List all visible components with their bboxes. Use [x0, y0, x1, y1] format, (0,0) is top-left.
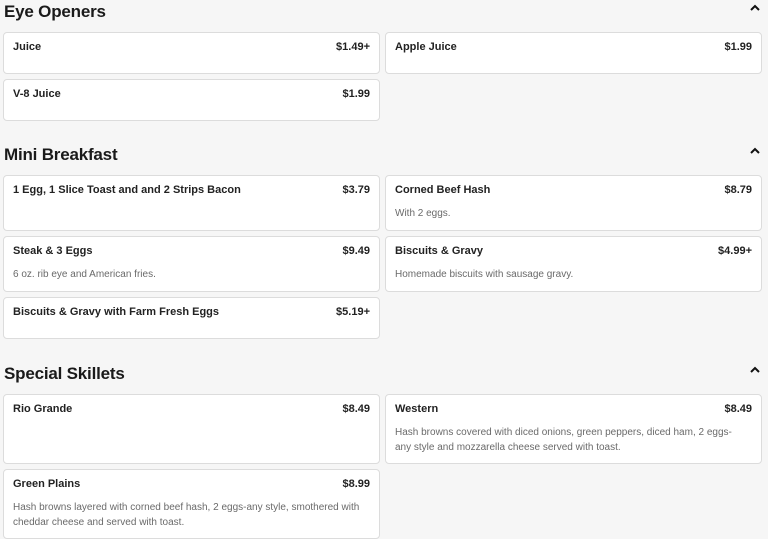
item-price: $8.49 [724, 403, 752, 415]
menu-item-card[interactable]: Western $8.49 Hash browns covered with d… [385, 394, 762, 464]
item-description: With 2 eggs. [395, 208, 451, 219]
item-name: Green Plains [13, 478, 81, 490]
item-price: $9.49 [342, 245, 370, 257]
item-name: Rio Grande [13, 403, 73, 415]
item-name: Biscuits & Gravy [395, 245, 484, 257]
chevron-up-icon[interactable] [748, 145, 762, 159]
menu-item-card[interactable]: Corned Beef Hash $8.79 With 2 eggs. [385, 175, 762, 231]
item-price: $8.79 [724, 184, 752, 196]
menu-item-card[interactable]: Biscuits & Gravy $4.99+ Homemade biscuit… [385, 236, 762, 292]
menu-section-eye-openers: Eye Openers [0, 2, 768, 32]
item-description: Hash browns layered with corned beef has… [13, 502, 360, 528]
menu-item-card[interactable]: Rio Grande $8.49 [3, 394, 380, 464]
item-price: $8.49 [342, 403, 370, 415]
item-description: Homemade biscuits with sausage gravy. [395, 269, 574, 280]
item-price: $4.99+ [718, 245, 752, 257]
section-title: Eye Openers [4, 2, 106, 21]
item-name: Steak & 3 Eggs [13, 245, 93, 257]
item-name: V-8 Juice [13, 88, 61, 100]
item-description: 6 oz. rib eye and American fries. [13, 269, 156, 280]
item-name: 1 Egg, 1 Slice Toast and and 2 Strips Ba… [13, 184, 241, 196]
menu-item-card[interactable]: Green Plains $8.99 Hash browns layered w… [3, 469, 380, 539]
menu-item-card[interactable]: Steak & 3 Eggs $9.49 6 oz. rib eye and A… [3, 236, 380, 292]
menu-item-card[interactable]: Apple Juice $1.99 [385, 32, 762, 74]
section-header: Special Skillets [0, 364, 768, 394]
item-price: $1.99 [342, 88, 370, 100]
section-header: Mini Breakfast [0, 145, 768, 175]
item-price: $5.19+ [336, 306, 370, 318]
section-header: Eye Openers [0, 2, 768, 32]
item-price: $3.79 [342, 184, 370, 196]
item-name: Biscuits & Gravy with Farm Fresh Eggs [13, 306, 220, 318]
item-price: $8.99 [342, 478, 370, 490]
chevron-up-icon[interactable] [748, 2, 762, 16]
item-price: $1.99 [724, 41, 752, 53]
menu-section-special-skillets: Special Skillets [0, 364, 768, 394]
menu-item-card[interactable]: 1 Egg, 1 Slice Toast and and 2 Strips Ba… [3, 175, 380, 231]
item-price: $1.49+ [336, 41, 370, 53]
menu-section-mini-breakfast: Mini Breakfast [0, 145, 768, 175]
item-description: Hash browns covered with diced onions, g… [395, 427, 732, 453]
section-title: Special Skillets [4, 364, 125, 383]
item-name: Juice [13, 41, 42, 53]
section-title: Mini Breakfast [4, 145, 118, 164]
chevron-up-icon[interactable] [748, 364, 762, 378]
menu-item-card[interactable]: Juice $1.49+ [3, 32, 380, 74]
menu-item-card[interactable]: Biscuits & Gravy with Farm Fresh Eggs $5… [3, 297, 380, 339]
item-name: Apple Juice [395, 41, 457, 53]
item-name: Western [395, 403, 439, 415]
item-name: Corned Beef Hash [395, 184, 491, 196]
menu-item-card[interactable]: V-8 Juice $1.99 [3, 79, 380, 121]
